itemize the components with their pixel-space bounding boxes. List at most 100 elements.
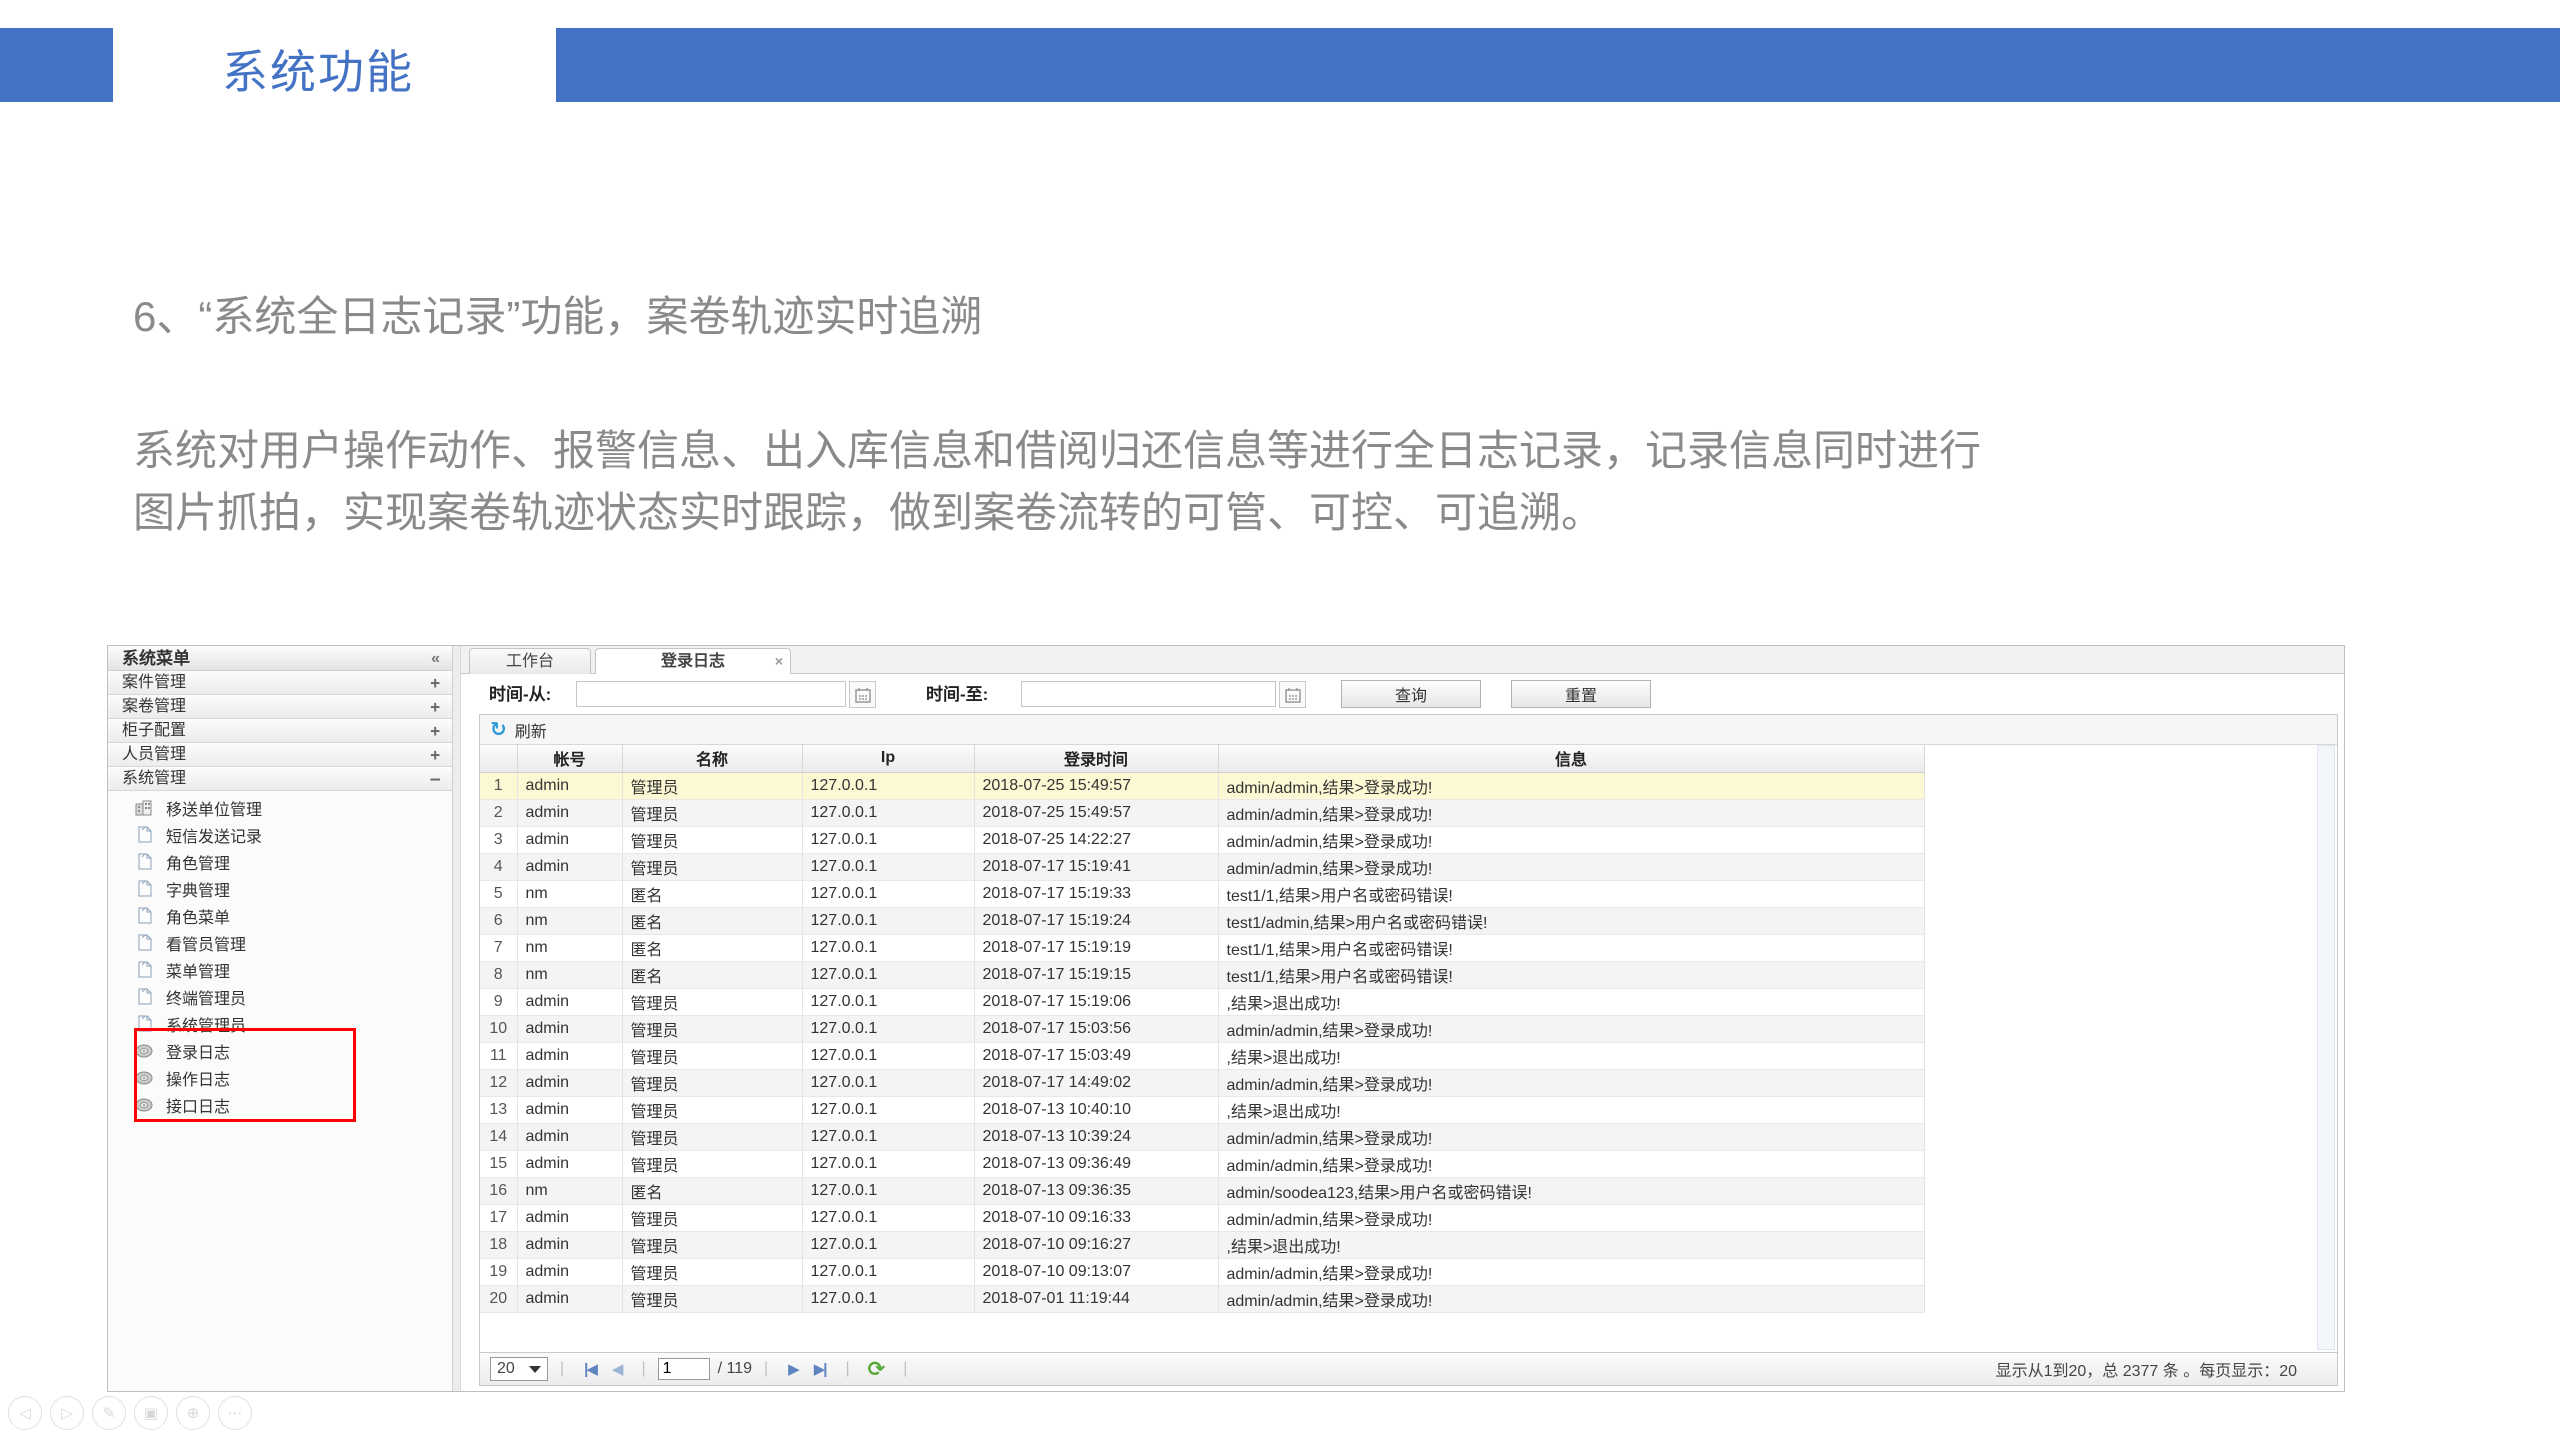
reload-grid-icon[interactable]: ⟳ [868,1357,886,1382]
sidebar-item-7[interactable]: 菜单管理 [108,956,452,983]
pagination-status: 显示从1到20，总 2377 条 。每页显示：20 [1995,1363,2297,1380]
col-name[interactable]: 名称 [622,745,803,773]
sidebar-item-12[interactable]: 接口日志 [108,1091,452,1118]
sidebar-group-4[interactable]: 人员管理 + [108,743,452,767]
sidebar-group-1[interactable]: 案件管理 + [108,671,452,695]
sidebar-item-11[interactable]: 操作日志 [108,1064,452,1091]
sidebar-item-label: 终端管理员 [166,990,247,1008]
pen-icon[interactable]: ✎ [92,1396,126,1430]
slides-icon[interactable]: ▣ [134,1396,168,1430]
sidebar-splitter[interactable] [453,646,461,1391]
expand-collapse-icon[interactable]: + [430,743,440,767]
expand-collapse-icon[interactable]: — [430,767,440,791]
cell-acct: admin [517,988,623,1016]
calendar-from-icon[interactable] [849,681,876,708]
sidebar-item-1[interactable]: 移送单位管理 [108,794,452,821]
sidebar-group-3[interactable]: 柜子配置 + [108,719,452,743]
table-row[interactable]: 9 admin 管理员 127.0.0.1 2018-07-17 15:19:06 ,结果… [480,988,1925,1016]
pager-separator: | [560,1360,565,1377]
col-login-time[interactable]: 登录时间 [974,745,1219,773]
table-row[interactable]: 6 nm 匿名 127.0.0.1 2018-07-17 15:19:24 test1/a… [480,907,1925,935]
table-row[interactable]: 13 admin 管理员 127.0.0.1 2018-07-13 10:40:10 ,结… [480,1096,1925,1124]
cell-time: 2018-07-13 09:36:49 [974,1150,1219,1178]
refresh-icon[interactable]: ↻ [490,717,507,742]
table-row[interactable]: 18 admin 管理员 127.0.0.1 2018-07-10 09:16:27 ,结… [480,1231,1925,1259]
sidebar-item-9[interactable]: 系统管理员 [108,1010,452,1037]
table-row[interactable]: 19 admin 管理员 127.0.0.1 2018-07-10 09:13:07 ad… [480,1258,1925,1286]
grid-toolbar: ↻ 刷新 [480,715,2337,745]
zoom-icon[interactable]: ⊕ [176,1396,210,1430]
sidebar-group-label: 案件管理 [122,673,187,691]
col-account[interactable]: 帐号 [517,745,623,773]
close-tab-icon[interactable]: × [775,649,783,674]
first-page-button[interactable]: |◀ [584,1360,598,1378]
table-row[interactable]: 12 admin 管理员 127.0.0.1 2018-07-17 14:49:02 ad… [480,1069,1925,1097]
cell-ip: 127.0.0.1 [802,961,975,989]
reset-button[interactable]: 重置 [1511,680,1651,708]
table-row[interactable]: 1 admin 管理员 127.0.0.1 2018-07-25 15:49:57 adm… [480,772,1925,800]
sidebar-item-8[interactable]: 终端管理员 [108,983,452,1010]
query-button[interactable]: 查询 [1341,680,1481,708]
sidebar-group-5[interactable]: 系统管理 — [108,767,452,791]
expand-collapse-icon[interactable]: + [430,695,440,719]
pager-separator: | [845,1360,850,1377]
last-page-button[interactable]: ▶| [814,1360,828,1378]
body-line-2: 图片抓拍，实现案卷轨迹状态实时跟踪，做到案卷流转的可管、可控、可追溯。 [133,489,1604,536]
table-row[interactable]: 4 admin 管理员 127.0.0.1 2018-07-17 15:19:41 adm… [480,853,1925,881]
sidebar-item-6[interactable]: 看管员管理 [108,929,452,956]
sidebar-item-4[interactable]: 字典管理 [108,875,452,902]
sidebar-item-2[interactable]: 短信发送记录 [108,821,452,848]
building-icon [134,799,154,817]
table-row[interactable]: 3 admin 管理员 127.0.0.1 2018-07-25 14:22:27 adm… [480,826,1925,854]
sidebar-item-5[interactable]: 角色菜单 [108,902,452,929]
time-from-input[interactable] [576,681,846,707]
next-page-button[interactable]: ▶ [788,1360,799,1378]
refresh-button[interactable]: 刷新 [515,718,547,742]
cell-ip: 127.0.0.1 [802,853,975,881]
page-number-input[interactable] [657,1358,710,1380]
cell-info: admin/soodea123,结果>用户名或密码错误! [1218,1177,1925,1205]
sidebar-item-3[interactable]: 角色管理 [108,848,452,875]
expand-collapse-icon[interactable]: + [430,719,440,743]
table-row[interactable]: 10 admin 管理员 127.0.0.1 2018-07-17 15:03:56 ad… [480,1015,1925,1043]
cell-num: 18 [480,1231,518,1259]
table-row[interactable]: 11 admin 管理员 127.0.0.1 2018-07-17 15:03:49 ,结… [480,1042,1925,1070]
cell-ip: 127.0.0.1 [802,1096,975,1124]
tab-workbench[interactable]: 工作台 [469,648,591,674]
collapse-sidebar-icon[interactable]: « [431,646,440,671]
cell-info: test1/admin,结果>用户名或密码错误! [1218,907,1925,935]
table-row[interactable]: 15 admin 管理员 127.0.0.1 2018-07-13 09:36:49 ad… [480,1150,1925,1178]
sidebar-item-label: 看管员管理 [166,936,247,954]
calendar-to-icon[interactable] [1279,681,1306,708]
cell-name: 管理员 [622,1204,803,1232]
body-line-1: 系统对用户操作动作、报警信息、出入库信息和借阅归还信息等进行全日志记录，记录信息… [133,427,1982,474]
cell-name: 管理员 [622,1042,803,1070]
table-row[interactable]: 5 nm 匿名 127.0.0.1 2018-07-17 15:19:33 test1/1… [480,880,1925,908]
expand-collapse-icon[interactable]: + [430,671,440,695]
sidebar-item-10[interactable]: 登录日志 [108,1037,452,1064]
table-row[interactable]: 7 nm 匿名 127.0.0.1 2018-07-17 15:19:19 test1/1… [480,934,1925,962]
sidebar-item-label: 角色菜单 [166,909,231,927]
page-icon [134,880,154,898]
table-row[interactable]: 2 admin 管理员 127.0.0.1 2018-07-25 15:49:57 adm… [480,799,1925,827]
col-info[interactable]: 信息 [1218,745,1925,773]
previous-icon[interactable]: ◁ [8,1396,42,1430]
table-row[interactable]: 14 admin 管理员 127.0.0.1 2018-07-13 10:39:24 ad… [480,1123,1925,1151]
col-ip[interactable]: Ip [802,745,975,773]
table-row[interactable]: 16 nm 匿名 127.0.0.1 2018-07-13 09:36:35 admin/… [480,1177,1925,1205]
vertical-scrollbar[interactable] [2317,745,2335,1350]
prev-page-button[interactable]: ◀ [612,1360,623,1378]
cell-ip: 127.0.0.1 [802,1123,975,1151]
disc-icon [134,1042,154,1060]
cell-num: 3 [480,826,518,854]
next-icon[interactable]: ▷ [50,1396,84,1430]
page-size-dropdown[interactable]: 20 [490,1357,548,1381]
sidebar-groups: 案件管理 + 案卷管理 + 柜子配置 + 人员管理 + 系统管理 — [108,671,452,791]
sidebar-group-2[interactable]: 案卷管理 + [108,695,452,719]
table-row[interactable]: 8 nm 匿名 127.0.0.1 2018-07-17 15:19:15 test1/1… [480,961,1925,989]
tab-login-log[interactable]: 登录日志 × [595,648,791,675]
more-icon[interactable]: ⋯ [218,1396,252,1430]
table-row[interactable]: 17 admin 管理员 127.0.0.1 2018-07-10 09:16:33 ad… [480,1204,1925,1232]
time-to-input[interactable] [1021,681,1276,707]
table-row[interactable]: 20 admin 管理员 127.0.0.1 2018-07-01 11:19:44 ad… [480,1285,1925,1313]
